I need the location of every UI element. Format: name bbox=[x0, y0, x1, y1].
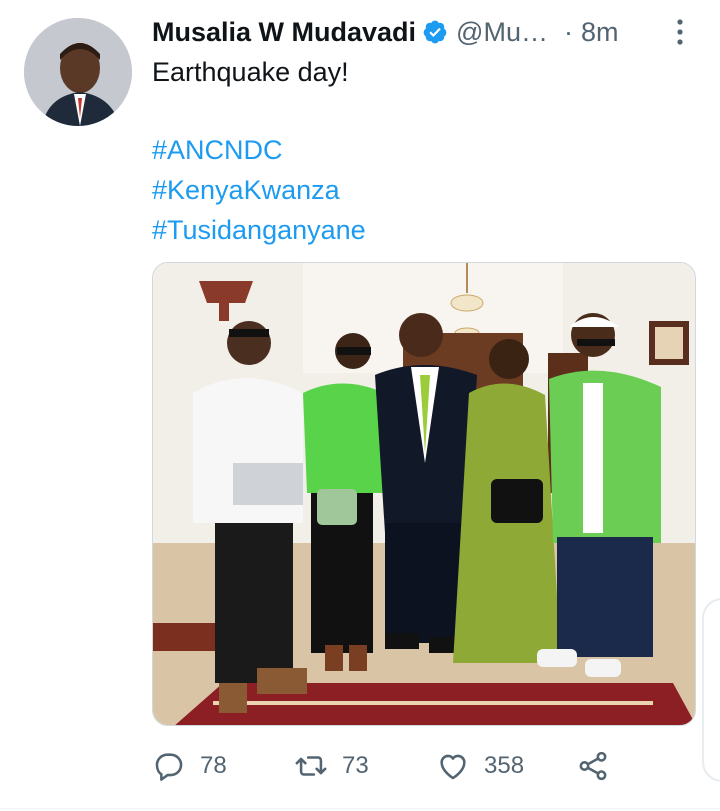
more-icon[interactable] bbox=[668, 16, 692, 48]
tweet-photo[interactable] bbox=[152, 262, 696, 726]
photo-image bbox=[153, 263, 695, 725]
avatar-image bbox=[24, 18, 132, 126]
reply-count: 78 bbox=[200, 752, 227, 779]
hashtag-link[interactable]: #Tusidanganyane bbox=[152, 210, 366, 250]
like-button[interactable]: 358 bbox=[436, 744, 524, 788]
author-name[interactable]: Musalia W Mudavadi bbox=[152, 17, 416, 48]
author-handle[interactable]: @Mu… bbox=[456, 17, 548, 48]
reply-icon bbox=[155, 753, 183, 781]
verified-badge-icon bbox=[423, 20, 447, 44]
heart-icon bbox=[440, 754, 466, 780]
tweet-actions: 78 73 358 bbox=[152, 744, 612, 788]
retweet-button[interactable]: 73 bbox=[294, 744, 369, 788]
retweet-icon bbox=[295, 756, 327, 776]
share-icon bbox=[579, 751, 607, 781]
author-avatar[interactable] bbox=[24, 18, 132, 126]
hashtag-link[interactable]: #KenyaKwanza bbox=[152, 170, 366, 210]
hashtag-list: #ANCNDC #KenyaKwanza #Tusidanganyane bbox=[152, 130, 366, 250]
header-separator: · bbox=[563, 16, 573, 47]
floating-panel-edge bbox=[702, 598, 720, 782]
retweet-count: 73 bbox=[342, 752, 369, 779]
tweet-timestamp[interactable]: 8m bbox=[581, 17, 619, 48]
like-count: 358 bbox=[484, 752, 525, 779]
share-button[interactable] bbox=[576, 744, 610, 788]
hashtag-link[interactable]: #ANCNDC bbox=[152, 130, 366, 170]
tweet-header: Musalia W Mudavadi @Mu… · 8m bbox=[152, 12, 692, 52]
divider bbox=[0, 808, 720, 809]
reply-button[interactable]: 78 bbox=[152, 744, 227, 788]
tweet-text: Earthquake day! bbox=[152, 57, 349, 87]
